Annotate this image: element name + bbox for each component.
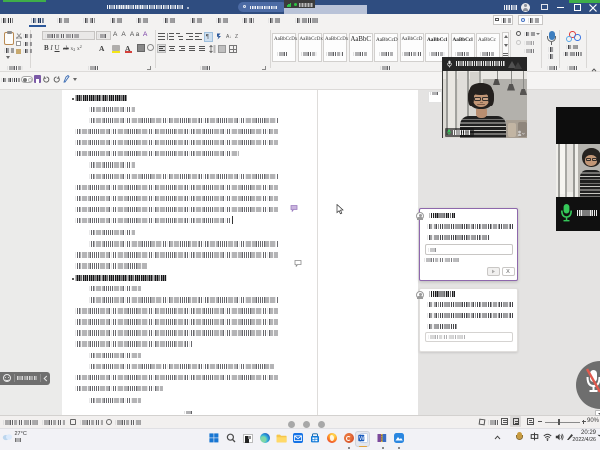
- svg-text:W: W: [359, 436, 365, 442]
